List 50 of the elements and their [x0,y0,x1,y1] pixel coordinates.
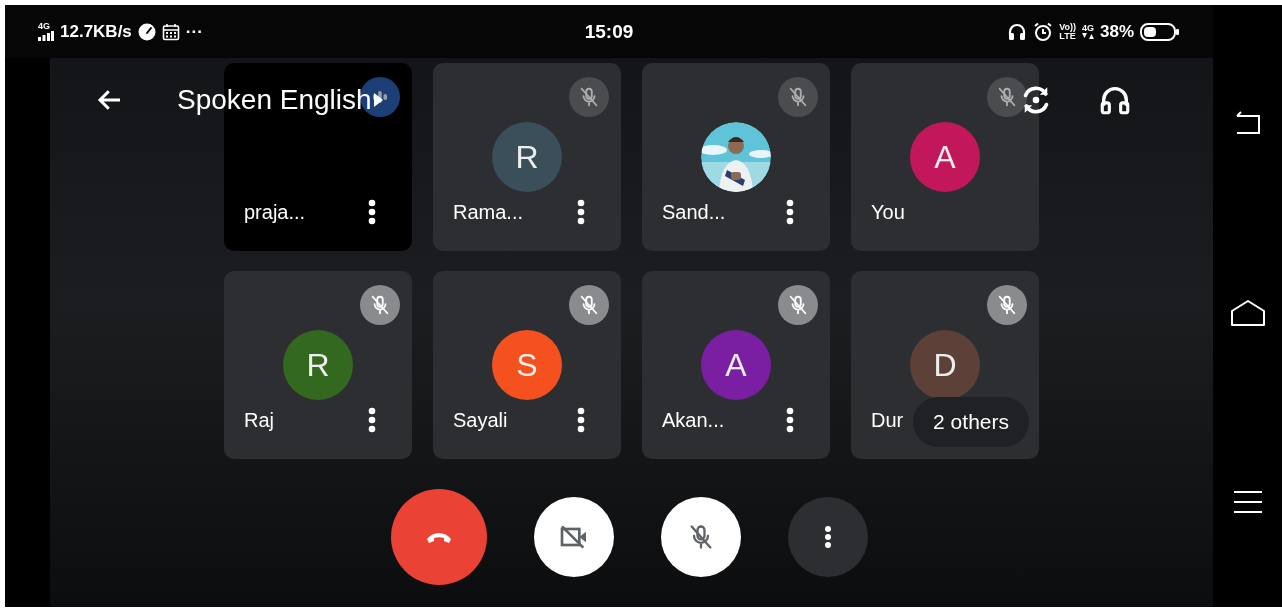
mic-off-icon [578,294,600,316]
home-icon[interactable] [1229,298,1266,328]
more-options-icon[interactable] [786,199,794,225]
avatar: A [910,122,980,192]
avatar: A [701,330,771,400]
network-label: 4G [38,22,50,31]
phone-icon [425,530,453,544]
battery-icon [1140,22,1180,41]
others-chip[interactable]: 2 others [913,397,1029,447]
more-options-icon [824,525,832,549]
more-options-icon[interactable] [577,407,585,433]
meeting-title[interactable]: Spoken English [177,84,372,116]
headphones-icon [1007,21,1028,42]
participant-name: You [871,200,905,224]
lte-label: LTE [1059,31,1076,41]
participant-name: Akan... [662,408,725,432]
mic-off-icon [787,86,809,108]
data-arrows-icon [1081,33,1094,39]
chevron-right-icon [373,93,383,107]
mic-off-icon [578,86,600,108]
participant-name: Sayali [453,408,508,432]
network-speed: 12.7KB/s [60,21,132,42]
more-options-icon[interactable] [577,199,585,225]
more-options-icon[interactable] [786,407,794,433]
participant-name: Rama... [453,200,524,224]
avatar: D [910,330,980,400]
more-notifications: ··· [185,21,203,42]
calendar-icon [161,22,180,41]
speedometer-icon [137,22,156,41]
participant-name: Raj [244,408,274,432]
more-options-icon[interactable] [368,407,376,433]
avatar: R [492,122,562,192]
alarm-clock-icon [1033,21,1054,42]
avatar: S [492,330,562,400]
participant-name: praja... [244,200,306,224]
battery-percent: 38% [1099,21,1134,42]
network-label: 4G [1081,24,1094,33]
volte-label: Vo)) [1059,22,1076,32]
menu-icon[interactable] [1232,490,1263,514]
participant-name: Sand... [662,200,726,224]
mic-off-icon [369,294,391,316]
mic-off-icon [787,294,809,316]
signal-icon [38,31,54,41]
mic-off-icon [687,523,715,551]
mic-off-icon [996,86,1018,108]
clock-time: 15:09 [584,20,634,43]
avatar: R [283,330,353,400]
mic-off-icon [996,294,1018,316]
participant-name: Dur [871,408,904,432]
more-options-icon[interactable] [368,199,376,225]
